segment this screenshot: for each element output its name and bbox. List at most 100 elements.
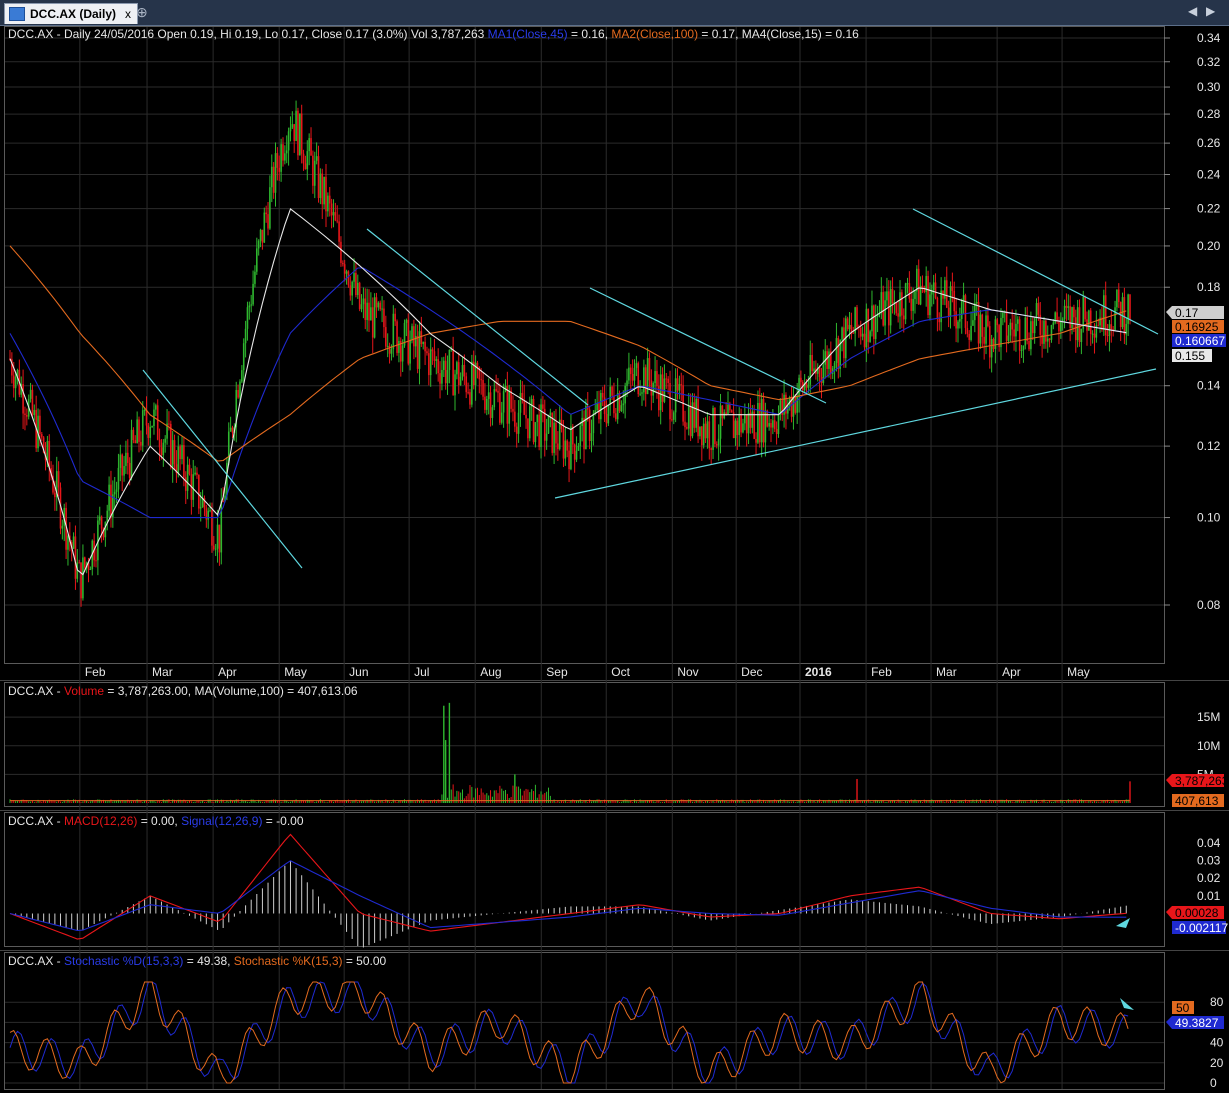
nav-next-icon[interactable]: ▶	[1206, 4, 1215, 18]
candle-body	[323, 176, 325, 205]
candle-body	[914, 291, 916, 299]
candle-body	[325, 176, 327, 212]
candle-body	[461, 364, 464, 377]
candle-body	[1000, 317, 1002, 348]
candle-body	[981, 314, 984, 337]
stoch-pane-frame	[4, 952, 1165, 1090]
candle-body	[132, 429, 135, 441]
close-icon[interactable]: x	[125, 7, 131, 21]
candle-body	[282, 144, 284, 161]
candle-body	[927, 276, 929, 316]
candle-body	[697, 398, 699, 437]
stoch-d-line	[9, 981, 1129, 1084]
candle-body	[1080, 328, 1083, 343]
candle-body	[183, 445, 185, 478]
nav-prev-icon[interactable]: ◀	[1188, 4, 1197, 18]
candle-body	[138, 419, 140, 442]
candle-body	[373, 297, 376, 338]
x-month-label: Feb	[85, 665, 106, 679]
candle-body	[121, 454, 123, 476]
ma1-value: = 0.16,	[568, 27, 612, 41]
candle-body	[917, 268, 920, 305]
candle-body	[244, 328, 247, 344]
candle-body	[613, 395, 615, 414]
candle-body	[396, 321, 398, 353]
candle-body	[620, 405, 623, 412]
candle-body	[336, 220, 339, 222]
candle-body	[125, 452, 127, 466]
candle-body	[368, 302, 370, 321]
moving-averages	[9, 207, 1127, 576]
tab-dcc-daily[interactable]: DCC.AX (Daily) x	[4, 3, 139, 24]
candle-body	[957, 321, 959, 329]
candle-body	[1015, 323, 1017, 337]
candle-body	[310, 138, 312, 156]
candle-body	[158, 439, 161, 448]
candle-body	[671, 419, 673, 421]
x-month-label: Feb	[871, 665, 892, 679]
price-info-line: DCC.AX - Daily 24/05/2016 Open 0.19, Hi …	[8, 27, 859, 41]
candle-body	[297, 110, 299, 156]
candle-body	[1117, 289, 1120, 302]
candle-body	[379, 302, 382, 310]
candle-body	[1058, 321, 1060, 332]
candle-body	[1082, 297, 1085, 329]
candle-body	[1060, 321, 1062, 332]
candle-body	[188, 464, 191, 475]
candle-body	[959, 319, 961, 322]
volume-info-line: DCC.AX - Volume = 3,787,263.00, MA(Volum…	[8, 684, 358, 698]
stoch-k-tag: 50	[1172, 1001, 1194, 1015]
candle-body	[74, 536, 77, 579]
candle-body	[398, 340, 400, 353]
candle-body	[798, 377, 800, 397]
macd-arrow-icon	[1116, 918, 1130, 928]
candle-body	[199, 507, 202, 509]
candle-body	[659, 374, 662, 411]
ma2-label: MA2(Close,100)	[611, 27, 698, 41]
candle-body	[1116, 289, 1118, 308]
candle-body	[1017, 319, 1019, 324]
price-info-text: DCC.AX - Daily 24/05/2016 Open 0.19, Hi …	[8, 27, 488, 41]
candle-body	[792, 396, 795, 417]
ma1-tag: 0.160667	[1172, 334, 1226, 348]
candle-body	[141, 410, 144, 446]
candle-body	[672, 412, 675, 420]
candle-body	[315, 156, 318, 161]
candle-body	[1063, 305, 1066, 320]
candle-body	[414, 335, 417, 347]
x-month-label: Nov	[677, 665, 698, 679]
trend-line[interactable]	[142, 369, 303, 569]
candle-body	[422, 341, 425, 345]
candle-body	[1086, 319, 1088, 331]
candle-body	[824, 351, 827, 365]
stoch-info-ticker: DCC.AX -	[8, 954, 64, 968]
candle-body	[452, 349, 454, 396]
pin-icon[interactable]: ⊕	[136, 4, 148, 21]
candle-body	[113, 491, 116, 495]
candle-body	[366, 302, 368, 320]
macd-tick-label: 0.02	[1197, 871, 1221, 885]
ma1-label: MA1(Close,45)	[488, 27, 568, 41]
candle-body	[263, 212, 266, 243]
chart-area[interactable]: 0.34 0.32 0.30 0.28 0.26 0.24 0.22 0.20 0.18 0.14…	[0, 25, 1229, 1093]
candle-body	[364, 298, 367, 320]
candle-body	[22, 384, 24, 414]
candle-body	[433, 351, 436, 361]
candle-body	[996, 319, 999, 326]
candle-body	[457, 362, 460, 386]
candle-body	[674, 378, 677, 413]
candle-body	[256, 248, 258, 272]
candle-body	[826, 351, 828, 369]
candle-body	[680, 384, 683, 386]
candle-body	[173, 440, 176, 465]
stoch-d-tag-text: 49.3827	[1175, 1016, 1219, 1030]
candle-body	[667, 378, 669, 384]
candle-body	[977, 302, 980, 344]
trend-line[interactable]	[366, 228, 589, 406]
candle-body	[867, 308, 870, 342]
candle-body	[145, 410, 148, 426]
candle-body	[134, 440, 137, 444]
candle-body	[196, 472, 198, 475]
x-month-label: May	[284, 665, 307, 679]
candle-body	[287, 131, 290, 151]
